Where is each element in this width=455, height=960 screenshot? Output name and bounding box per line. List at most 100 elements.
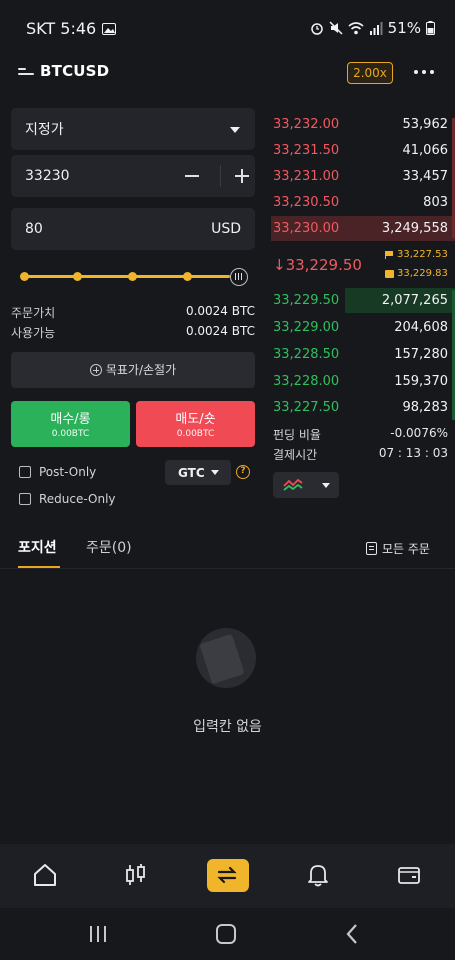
bottom-nav xyxy=(0,844,455,908)
buy-label: 매수/롱 xyxy=(50,412,91,427)
bell-icon xyxy=(308,865,328,887)
back-icon[interactable] xyxy=(344,923,360,945)
quantity-input[interactable]: 80 USD xyxy=(11,208,255,250)
ask-row[interactable]: 33,230.50 803 xyxy=(271,190,455,215)
quantity-slider[interactable] xyxy=(20,268,252,286)
quantity-value[interactable]: 80 xyxy=(25,221,43,237)
system-nav-bar xyxy=(0,908,455,960)
trade-icon xyxy=(217,866,237,884)
bid-price: 33,228.00 xyxy=(273,374,340,389)
post-only-label: Post-Only xyxy=(39,465,97,479)
more-icon[interactable] xyxy=(414,70,434,74)
last-price: ↓33,229.50 xyxy=(273,256,362,274)
tab-orders[interactable]: 주문(0) xyxy=(86,537,132,557)
position-tabs: 포지션 주문(0) 모든 주문 xyxy=(0,530,455,569)
index-price-value: 33,229.83 xyxy=(397,268,448,279)
divider xyxy=(220,165,221,187)
reduce-only-checkbox[interactable]: Reduce-Only xyxy=(19,492,116,506)
menu-icon[interactable] xyxy=(18,66,36,80)
recents-icon[interactable] xyxy=(88,924,108,944)
slider-step[interactable] xyxy=(183,272,192,281)
empty-state-text: 입력칸 없음 xyxy=(193,719,262,735)
chevron-down-icon xyxy=(211,470,219,475)
mark-price: 33,227.53 xyxy=(385,249,448,260)
home-button-icon[interactable] xyxy=(215,923,237,945)
ask-qty: 41,066 xyxy=(402,143,449,158)
battery-icon xyxy=(426,21,435,35)
ask-row[interactable]: 33,230.00 3,249,558 xyxy=(271,216,455,241)
tpsl-label: 목표가/손절가 xyxy=(105,363,177,377)
chevron-down-icon xyxy=(322,483,330,488)
orderbook-view-icon xyxy=(283,478,303,491)
sell-label: 매도/숏 xyxy=(175,412,216,427)
mark-price-value: 33,227.53 xyxy=(397,249,448,260)
funding-label: 펀딩 비율 xyxy=(273,428,321,442)
alarm-icon xyxy=(310,23,323,35)
increase-price-button[interactable] xyxy=(229,163,255,189)
leverage-button[interactable]: 2.00x xyxy=(347,62,393,84)
order-value: 0.0024 BTC xyxy=(185,304,255,318)
bid-qty: 204,608 xyxy=(394,320,448,335)
image-notification-icon xyxy=(102,22,117,35)
bid-price: 33,229.00 xyxy=(273,320,340,335)
ask-qty: 53,962 xyxy=(402,117,449,132)
tif-label: GTC xyxy=(178,466,205,480)
ask-row[interactable]: 33,232.00 53,962 xyxy=(271,112,455,137)
status-bar: SKT 5:46 51% xyxy=(0,0,455,56)
ask-price: 33,231.50 xyxy=(273,143,340,158)
order-type-label: 지정가 xyxy=(25,122,64,138)
tab-positions[interactable]: 포지션 xyxy=(18,537,57,557)
ask-row[interactable]: 33,231.00 33,457 xyxy=(271,164,455,189)
order-type-select[interactable]: 지정가 xyxy=(11,108,255,150)
nav-notifications[interactable] xyxy=(273,844,364,908)
quantity-unit[interactable]: USD xyxy=(211,221,241,237)
nav-trade[interactable] xyxy=(182,844,273,908)
battery-percent: 51% xyxy=(387,19,421,37)
checkbox[interactable] xyxy=(19,493,31,505)
sell-short-button[interactable]: 매도/숏 0.00BTC xyxy=(136,401,255,447)
bid-price: 33,227.50 xyxy=(273,400,340,415)
slider-step[interactable] xyxy=(20,272,29,281)
home-icon xyxy=(34,864,56,886)
bid-price: 33,229.50 xyxy=(273,293,340,308)
price-input[interactable]: 33230 xyxy=(11,155,255,197)
bid-row[interactable]: 33,227.50 98,283 xyxy=(271,395,455,420)
buy-long-button[interactable]: 매수/롱 0.00BTC xyxy=(11,401,130,447)
order-value-label: 주문가치 xyxy=(11,306,56,320)
plus-circle-icon xyxy=(89,364,102,376)
pair-selector[interactable]: BTCUSD xyxy=(40,62,109,80)
carrier-time: SKT 5:46 xyxy=(26,19,97,38)
signal-icon xyxy=(369,21,383,35)
all-orders-button[interactable]: 모든 주문 xyxy=(366,540,430,557)
price-value[interactable]: 33230 xyxy=(25,168,70,184)
ask-price: 33,231.00 xyxy=(273,169,340,184)
slider-step[interactable] xyxy=(73,272,82,281)
tab-active-indicator xyxy=(18,566,60,568)
ask-qty: 33,457 xyxy=(402,169,449,184)
chart-icon xyxy=(126,864,145,885)
bid-row[interactable]: 33,228.00 159,370 xyxy=(271,369,455,394)
slider-step[interactable] xyxy=(128,272,137,281)
decrease-price-button[interactable] xyxy=(179,163,205,189)
time-in-force-select[interactable]: GTC xyxy=(165,460,231,485)
checkbox[interactable] xyxy=(19,466,31,478)
nav-home[interactable] xyxy=(0,844,91,908)
nav-wallet[interactable] xyxy=(364,844,455,908)
bid-row[interactable]: 33,229.00 204,608 xyxy=(271,315,455,340)
empty-document-icon xyxy=(196,628,256,688)
orderbook-view-select[interactable] xyxy=(273,472,339,498)
funding-rate-row: 펀딩 비율 -0.0076% xyxy=(273,426,448,443)
nav-chart[interactable] xyxy=(91,844,182,908)
document-icon xyxy=(366,542,377,555)
ask-row[interactable]: 33,231.50 41,066 xyxy=(271,138,455,163)
help-icon[interactable]: ? xyxy=(236,465,250,479)
ask-price: 33,230.00 xyxy=(273,221,340,236)
slider-handle[interactable] xyxy=(230,268,248,286)
status-right: 51% xyxy=(310,19,435,37)
all-orders-label: 모든 주문 xyxy=(382,542,430,556)
tpsl-button[interactable]: 목표가/손절가 xyxy=(11,352,255,388)
bid-row[interactable]: 33,228.50 157,280 xyxy=(271,342,455,367)
bid-row[interactable]: 33,229.50 2,077,265 xyxy=(271,288,455,313)
post-only-checkbox[interactable]: Post-Only xyxy=(19,465,96,479)
flag-icon xyxy=(385,250,394,259)
